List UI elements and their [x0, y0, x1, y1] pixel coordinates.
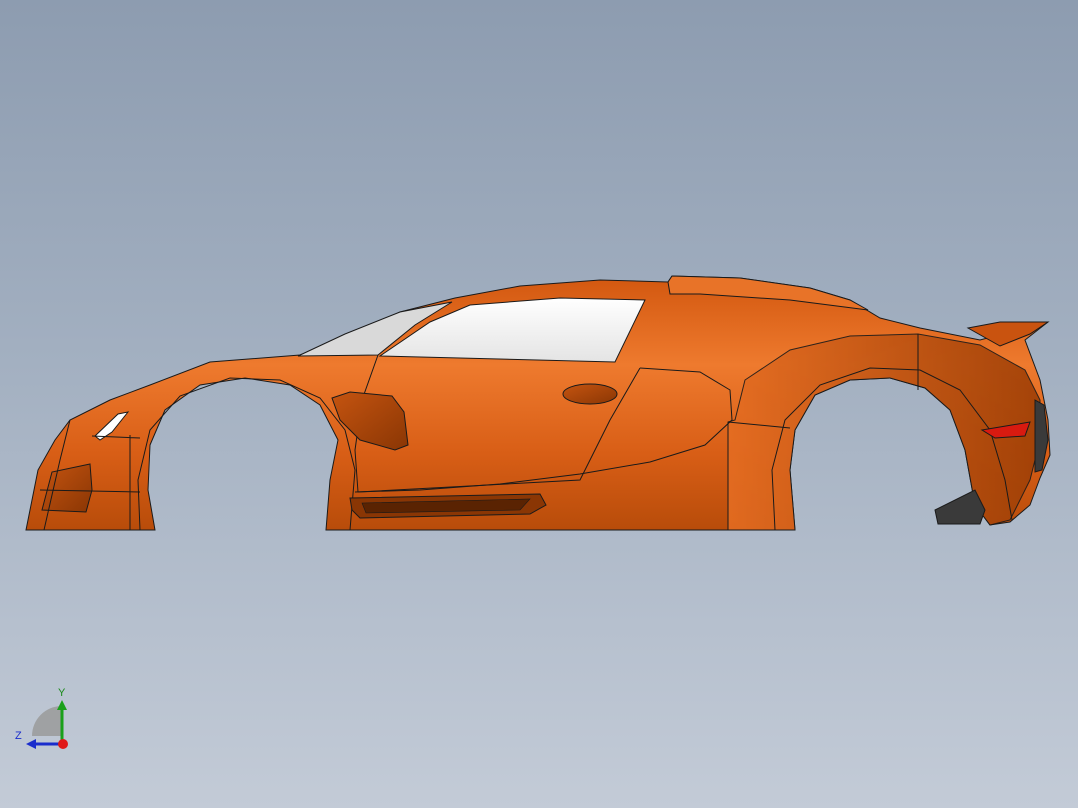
coordinate-triad: Y Z — [10, 684, 80, 754]
car-body-model[interactable] — [0, 0, 1078, 808]
triad-y-label: Y — [58, 687, 66, 699]
graphics-viewport[interactable]: Y Z — [0, 0, 1078, 808]
rear-diffuser — [934, 489, 986, 525]
triad-z-label: Z — [15, 730, 22, 742]
door-handle[interactable] — [562, 383, 618, 405]
triad-icon — [26, 700, 68, 749]
